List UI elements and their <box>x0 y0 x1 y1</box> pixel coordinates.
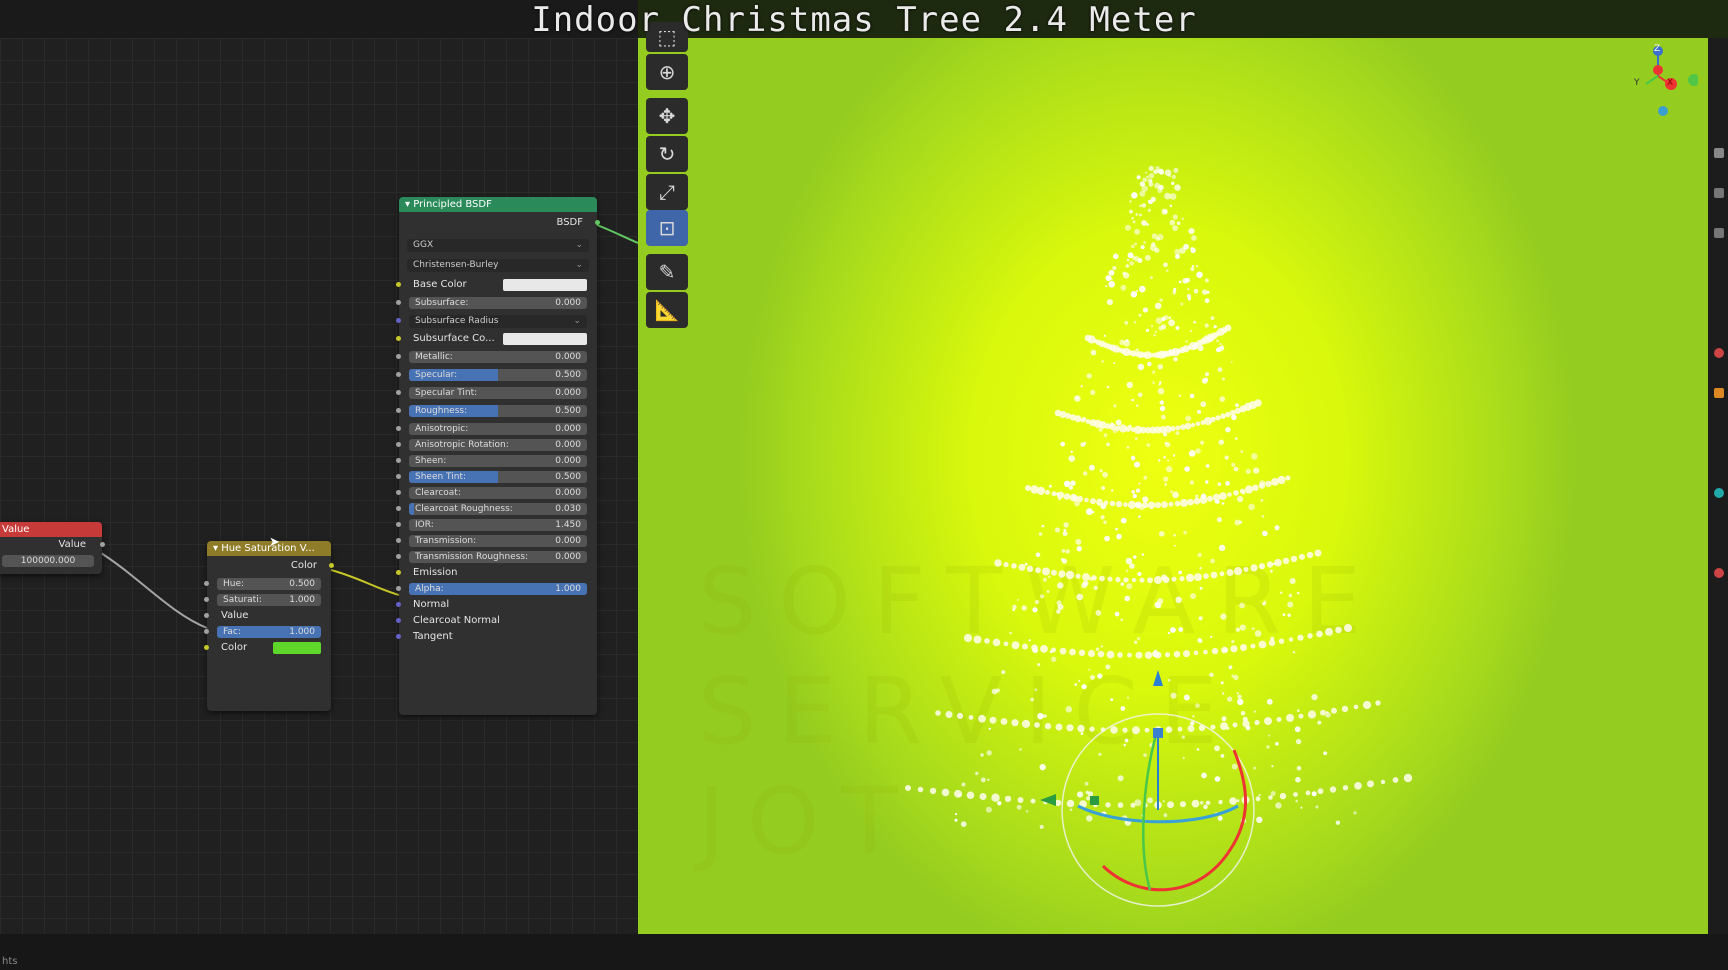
link-value-to-hue <box>100 552 208 629</box>
color-swatch[interactable] <box>273 642 321 654</box>
roughness-socket[interactable] <box>396 408 401 413</box>
rotate-icon[interactable]: ↻ <box>646 136 688 172</box>
alpha-socket[interactable] <box>396 586 401 591</box>
tool-tab-icon[interactable] <box>1714 148 1724 158</box>
clearcoat-roughness-slider[interactable]: Clearcoat Roughness: 0.030 <box>409 503 587 515</box>
alpha-slider[interactable]: Alpha: 1.000 <box>409 583 587 595</box>
clearcoat-normal-socket[interactable] <box>396 618 401 623</box>
specular-tint-socket[interactable] <box>396 390 401 395</box>
hue-output-socket[interactable] <box>329 563 334 568</box>
color-input-socket[interactable] <box>204 645 209 650</box>
transmission-roughness-socket[interactable] <box>396 554 401 559</box>
subsurface-radius-dropdown[interactable]: Subsurface Radius ⌄ <box>409 315 587 328</box>
clearcoat-field[interactable]: Clearcoat: 0.000 <box>409 487 587 499</box>
cursor-icon[interactable]: ⊕ <box>646 54 688 90</box>
ior-socket[interactable] <box>396 522 401 527</box>
material-tab-icon[interactable] <box>1714 568 1724 578</box>
scene-tab-icon[interactable] <box>1714 348 1724 358</box>
specular-tint-field[interactable]: Specular Tint: 0.000 <box>409 387 587 399</box>
value-node-output-row: Value <box>0 537 105 553</box>
transform-gizmo[interactable] <box>638 38 1708 934</box>
link-hue-to-bsdf <box>330 569 400 596</box>
output-tab-icon[interactable] <box>1714 228 1724 238</box>
principled-bsdf-node[interactable]: ▾ Principled BSDF BSDF GGX ⌄ Christensen-… <box>396 197 600 715</box>
ior-field[interactable]: IOR: 1.450 <box>409 519 587 531</box>
hue-field[interactable]: Hue: 0.500 <box>217 578 321 590</box>
annotate-icon[interactable]: ✎ <box>646 254 688 290</box>
subsurface-radius-socket[interactable] <box>396 318 401 323</box>
subsurface-color-socket[interactable] <box>396 336 401 341</box>
fac-input-socket[interactable] <box>204 629 209 634</box>
sheen-tint-socket[interactable] <box>396 474 401 479</box>
clearcoat-socket[interactable] <box>396 490 401 495</box>
axis-z-label: Z <box>1654 44 1661 54</box>
scale-icon[interactable]: ⤢ <box>646 174 688 210</box>
subsurface-color-swatch[interactable] <box>503 333 587 345</box>
value-input-label: Value <box>221 610 249 621</box>
properties-tab-strip[interactable] <box>1708 38 1728 934</box>
specular-slider[interactable]: Specular: 0.500 <box>409 369 587 381</box>
node-editor[interactable]: Value Value 100000.000 ▾ Hue Saturation … <box>0 38 638 934</box>
hue-input-socket[interactable] <box>204 581 209 586</box>
status-bar <box>0 934 1728 970</box>
axis-x-label: X <box>1667 78 1674 88</box>
physics-tab-icon[interactable] <box>1714 488 1724 498</box>
chevron-down-icon: ⌄ <box>573 316 581 326</box>
transmission-socket[interactable] <box>396 538 401 543</box>
value-output-socket[interactable] <box>100 542 105 547</box>
axis-y-label: Y <box>1634 78 1640 88</box>
anisotropic-field[interactable]: Anisotropic: 0.000 <box>409 423 587 435</box>
distribution-dropdown[interactable]: GGX ⌄ <box>407 239 589 252</box>
metallic-socket[interactable] <box>396 354 401 359</box>
value-field[interactable]: 100000.000 <box>2 555 94 567</box>
transmission-roughness-field[interactable]: Transmission Roughness: 0.000 <box>409 551 587 563</box>
subsurface-method-dropdown[interactable]: Christensen-Burley ⌄ <box>407 259 589 272</box>
anisotropic-socket[interactable] <box>396 426 401 431</box>
value-input-socket[interactable] <box>204 613 209 618</box>
subsurface-field[interactable]: Subsurface: 0.000 <box>409 297 587 309</box>
chevron-down-icon: ⌄ <box>575 240 583 250</box>
sheen-socket[interactable] <box>396 458 401 463</box>
specular-socket[interactable] <box>396 372 401 377</box>
video-title-overlay: Indoor Christmas Tree 2.4 Meter <box>531 0 1197 40</box>
transmission-field[interactable]: Transmission: 0.000 <box>409 535 587 547</box>
principled-bsdf-header[interactable]: ▾ Principled BSDF <box>399 197 597 212</box>
status-text: hts <box>2 956 18 967</box>
saturation-field[interactable]: Saturati: 1.000 <box>217 594 321 606</box>
clearcoat-roughness-socket[interactable] <box>396 506 401 511</box>
fac-slider[interactable]: Fac: 1.000 <box>217 626 321 638</box>
base-color-socket[interactable] <box>396 282 401 287</box>
anisotropic-rotation-field[interactable]: Anisotropic Rotation: 0.000 <box>409 439 587 451</box>
link-bsdf-out <box>596 224 638 244</box>
roughness-slider[interactable]: Roughness: 0.500 <box>409 405 587 417</box>
sheen-tint-slider[interactable]: Sheen Tint: 0.500 <box>409 471 587 483</box>
sheen-field[interactable]: Sheen: 0.000 <box>409 455 587 467</box>
subsurface-socket[interactable] <box>396 300 401 305</box>
emission-socket[interactable] <box>396 570 401 575</box>
bsdf-output-socket[interactable] <box>595 220 600 225</box>
hue-saturation-node[interactable]: ▾ Hue Saturation V... Color Hue: 0.500 Sa… <box>204 535 334 711</box>
navigation-gizmo[interactable]: X Y Z <box>1608 38 1700 116</box>
value-node[interactable]: Value Value 100000.000 <box>0 522 105 574</box>
anisotropic-rotation-socket[interactable] <box>396 442 401 447</box>
saturation-input-socket[interactable] <box>204 597 209 602</box>
object-tab-icon[interactable] <box>1714 388 1724 398</box>
value-node-header[interactable]: Value <box>0 522 102 537</box>
mouse-cursor-icon: ➤ <box>269 535 280 550</box>
3d-viewport[interactable]: SOFTWARE SERVICE JOT X Y Z <box>638 38 1708 934</box>
measure-icon[interactable]: 📐 <box>646 292 688 328</box>
move-icon[interactable]: ✥ <box>646 98 688 134</box>
normal-socket[interactable] <box>396 602 401 607</box>
transform-icon[interactable]: ⊡ <box>646 210 688 246</box>
metallic-field[interactable]: Metallic: 0.000 <box>409 351 587 363</box>
tangent-socket[interactable] <box>396 634 401 639</box>
chevron-down-icon: ⌄ <box>575 260 583 270</box>
render-tab-icon[interactable] <box>1714 188 1724 198</box>
base-color-swatch[interactable] <box>503 279 587 291</box>
clearcoat-roughness-fill <box>409 503 415 515</box>
